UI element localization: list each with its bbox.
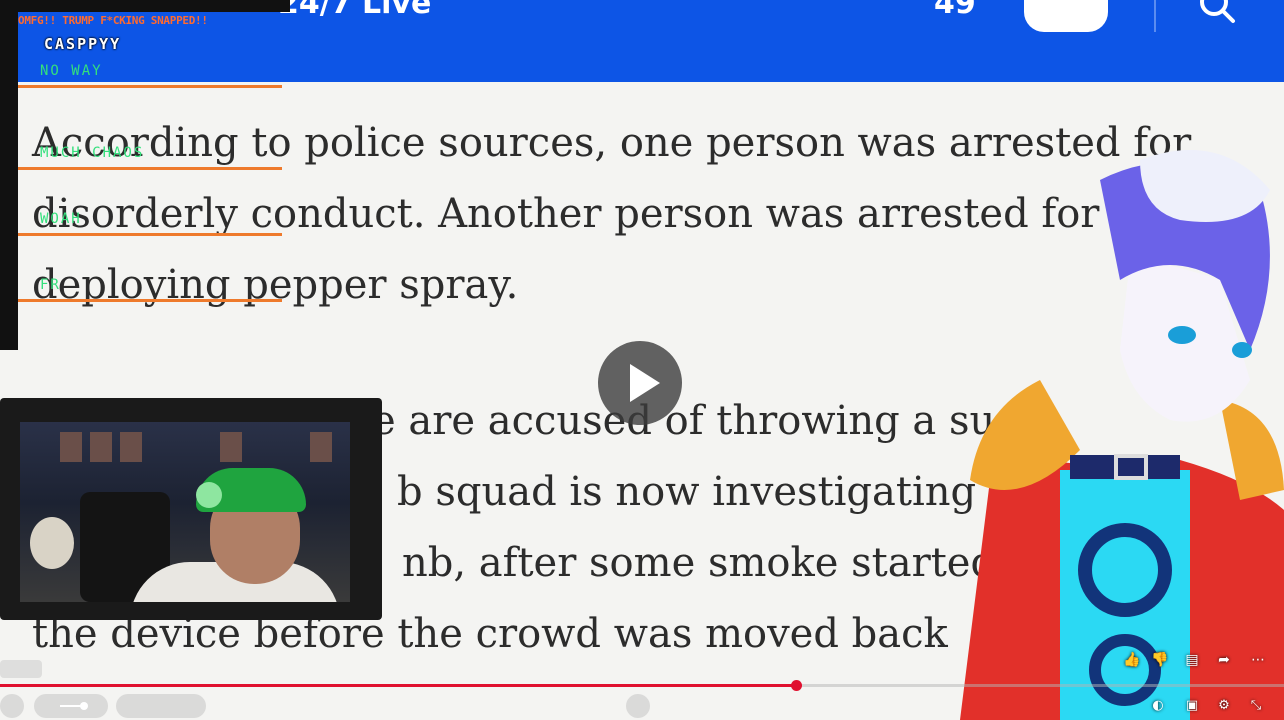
webcam-feed xyxy=(20,422,350,602)
settings-gear-icon[interactable]: ⚙ xyxy=(1212,694,1236,718)
fullscreen-icon[interactable]: ⤡ xyxy=(1244,694,1268,718)
chat-username: CASPPYY xyxy=(44,35,122,53)
like-icon[interactable]: 👍 xyxy=(1120,648,1144,672)
chat-message: MUCH CHAOS xyxy=(18,91,288,170)
live-label[interactable]: 24/7 Live xyxy=(278,0,431,21)
poster xyxy=(220,432,242,462)
volume-knob[interactable] xyxy=(80,702,88,710)
poster xyxy=(120,432,142,462)
overlay-frame-top xyxy=(0,0,290,12)
search-icon[interactable] xyxy=(1196,0,1236,26)
comment-icon[interactable]: ▤ xyxy=(1180,648,1204,672)
time-display xyxy=(116,694,206,718)
play-overlay-button[interactable] xyxy=(598,341,682,425)
weather-temperature: 49° xyxy=(934,0,991,21)
chat-message: WOAH xyxy=(18,159,288,236)
dislike-icon[interactable]: 👎 xyxy=(1148,648,1172,672)
progress-played[interactable] xyxy=(0,684,796,687)
captions-icon[interactable]: ▣ xyxy=(1180,694,1204,718)
autoplay-toggle-icon[interactable]: ◐ xyxy=(1146,694,1170,718)
chat-text: NO WAY xyxy=(40,63,103,79)
chat-message: FR xyxy=(18,227,288,302)
chat-text: WOAH xyxy=(40,211,82,227)
play-pause-button[interactable] xyxy=(0,694,24,718)
overlay-frame xyxy=(0,0,18,350)
chat-text: FR xyxy=(40,277,61,293)
stream-chat-overlay: OMFG!! TRUMP F*CKING SNAPPED!! CASPPYY N… xyxy=(18,13,288,302)
progress-knob[interactable] xyxy=(791,680,802,691)
cloud-icon xyxy=(1024,0,1108,32)
hat-pompom xyxy=(196,482,222,508)
poster xyxy=(310,432,332,462)
volume-control[interactable] xyxy=(34,694,108,718)
share-icon[interactable]: ➦ xyxy=(1212,648,1236,672)
more-icon[interactable]: ⋯ xyxy=(1246,648,1270,672)
header-divider xyxy=(1154,0,1156,32)
vtuber-avatar xyxy=(960,150,1284,720)
chat-message: CASPPYY NO WAY xyxy=(18,13,288,88)
chat-divider xyxy=(18,85,282,88)
player-right-controls: ◐ ▣ ⚙ ⤡ xyxy=(1146,694,1284,718)
chapter-button[interactable] xyxy=(626,694,650,718)
mask-prop xyxy=(30,517,74,569)
poster xyxy=(90,432,112,462)
engagement-icons: 👍 👎 ▤ ➦ ⋯ xyxy=(1120,648,1280,672)
chat-divider xyxy=(18,299,282,302)
seek-preview-chip xyxy=(0,660,42,678)
poster xyxy=(60,432,82,462)
